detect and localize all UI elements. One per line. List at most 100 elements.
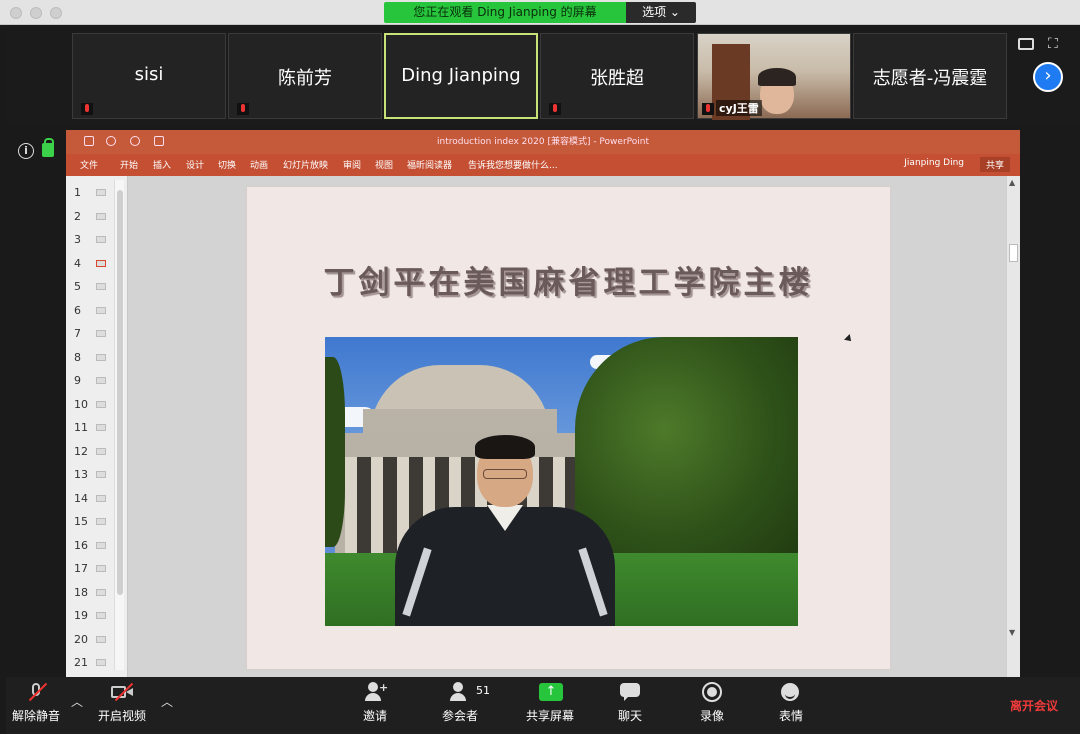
slide-thumbnail[interactable]: 9 <box>74 374 114 390</box>
current-slide: 丁剑平在美国麻省理工学院主楼 <box>246 186 891 670</box>
ppt-share-button[interactable]: 共享 <box>979 157 1010 172</box>
record-button[interactable]: 录像 <box>700 681 724 724</box>
participant-hair <box>758 68 796 86</box>
tab-insert[interactable]: 插入 <box>153 158 171 171</box>
slide-thumbnail[interactable]: 6 <box>74 304 114 320</box>
tab-review[interactable]: 审阅 <box>343 158 361 171</box>
slide-thumbnail[interactable]: 13 <box>74 468 114 484</box>
slide-thumbnail[interactable]: 3 <box>74 233 114 249</box>
chat-icon <box>619 681 641 703</box>
add-user-icon: + <box>364 681 388 703</box>
video-options-chevron-icon[interactable]: ︿ <box>161 693 173 710</box>
slide-thumbnail[interactable]: 1 <box>74 186 114 202</box>
ppt-window-title: introduction index 2020 [兼容模式] - PowerPo… <box>436 137 649 147</box>
slide-thumbnail[interactable]: 18 <box>74 586 114 602</box>
participant-tile[interactable]: 陈前芳 <box>228 33 382 119</box>
invite-button[interactable]: + 邀请 <box>363 681 388 724</box>
slide-thumbnail[interactable]: 16 <box>74 539 114 555</box>
slide-photo <box>325 337 798 626</box>
tab-foxit[interactable]: 福昕阅读器 <box>407 158 452 171</box>
slide-heading: 丁剑平在美国麻省理工学院主楼 <box>323 265 814 301</box>
tab-animations[interactable]: 动画 <box>250 158 268 171</box>
participant-name: 志愿者-冯震霆 <box>872 68 988 89</box>
slideshow-icon[interactable] <box>154 136 164 146</box>
participant-tile[interactable]: 志愿者-冯震霆 <box>853 33 1007 119</box>
ppt-ribbon-tabs: 文件 开始 插入 设计 切换 动画 幻灯片放映 审阅 视图 福昕阅读器 告诉我您… <box>66 154 1020 176</box>
tab-home[interactable]: 开始 <box>120 158 138 171</box>
slide-thumbnail[interactable]: 20 <box>74 633 114 649</box>
close-window-icon[interactable] <box>10 7 22 19</box>
slide-thumbnail[interactable]: 11 <box>74 421 114 437</box>
slide-thumbnail-pane: 1 2 3 4 5 6 7 8 9 10 11 12 13 14 15 16 1… <box>66 176 128 677</box>
viewing-screen-banner: 您正在观看 Ding Jianping 的屏幕 <box>384 2 626 23</box>
slide-thumbnail[interactable]: 12 <box>74 445 114 461</box>
participants-button[interactable]: 参会者 <box>442 681 478 724</box>
participant-name: Ding Jianping <box>401 65 521 86</box>
tab-file[interactable]: 文件 <box>80 158 98 171</box>
tab-slideshow[interactable]: 幻灯片放映 <box>283 158 328 171</box>
participant-tile[interactable]: sisi <box>72 33 226 119</box>
undo-icon[interactable] <box>106 136 116 146</box>
slide-thumbnail[interactable]: 5 <box>74 280 114 296</box>
participant-name: 张胜超 <box>590 68 644 89</box>
next-page-button[interactable]: › <box>1033 62 1063 92</box>
ppt-user-name[interactable]: Jianping Ding <box>904 158 964 168</box>
thumbnail-scrollbar[interactable] <box>114 180 124 670</box>
participant-count: 51 <box>476 684 490 697</box>
meeting-window: 您正在观看 Ding Jianping 的屏幕 选项 ⌄ sisi 陈前芳 Di… <box>0 0 1080 734</box>
start-video-button[interactable]: 开启视频 <box>98 681 146 724</box>
scroll-down-icon[interactable]: ▼ <box>1009 628 1015 637</box>
record-icon <box>701 681 723 703</box>
tell-me-search[interactable]: 告诉我您想要做什么... <box>468 158 558 171</box>
fullscreen-icon[interactable]: ⛶ <box>1048 36 1064 52</box>
ppt-title-bar: introduction index 2020 [兼容模式] - PowerPo… <box>66 130 1020 154</box>
participants-icon <box>449 681 471 703</box>
participant-video-tile[interactable]: cyJ王雷 <box>697 33 851 120</box>
view-options-button[interactable]: 选项 ⌄ <box>626 2 696 23</box>
leave-meeting-button[interactable]: 离开会议 <box>1010 697 1058 714</box>
slide-thumbnail[interactable]: 10 <box>74 398 114 414</box>
muted-mic-icon <box>237 103 249 115</box>
muted-mic-icon <box>81 103 93 115</box>
participant-name: sisi <box>134 64 164 85</box>
slide-thumbnail-selected[interactable]: 4 <box>74 257 114 273</box>
muted-mic-icon <box>549 103 561 115</box>
slide-scrollbar[interactable]: ▲ ▼ <box>1006 176 1020 677</box>
participant-tile[interactable]: 张胜超 <box>540 33 694 119</box>
scroll-up-icon[interactable]: ▲ <box>1009 178 1015 187</box>
video-off-icon <box>111 681 134 703</box>
minimize-window-icon[interactable] <box>30 7 42 19</box>
slide-thumbnail[interactable]: 14 <box>74 492 114 508</box>
shared-screen: introduction index 2020 [兼容模式] - PowerPo… <box>66 130 1020 677</box>
info-icon[interactable]: i <box>18 143 34 159</box>
scrollbar-thumb[interactable] <box>1009 244 1018 262</box>
slide-thumbnail[interactable]: 17 <box>74 562 114 578</box>
muted-mic-icon <box>702 103 714 115</box>
slide-thumbnail[interactable]: 7 <box>74 327 114 343</box>
slide-thumbnail[interactable]: 8 <box>74 351 114 367</box>
zoom-window-icon[interactable] <box>50 7 62 19</box>
slide-thumbnail[interactable]: 21 <box>74 656 114 672</box>
slide-thumbnail[interactable]: 2 <box>74 210 114 226</box>
tab-design[interactable]: 设计 <box>186 158 204 171</box>
meeting-toolbar: 解除静音 ︿ 开启视频 ︿ + 邀请 参会者 51 ↑ 共享屏幕 聊天 录像 表… <box>6 677 1080 734</box>
gallery-view-icon[interactable] <box>1018 38 1034 50</box>
audio-options-chevron-icon[interactable]: ︿ <box>71 693 83 710</box>
slide-thumbnail[interactable]: 19 <box>74 609 114 625</box>
chat-button[interactable]: 聊天 <box>618 681 642 724</box>
tab-view[interactable]: 视图 <box>375 158 393 171</box>
reactions-button[interactable]: 表情 <box>779 681 803 724</box>
slide-thumbnail[interactable]: 15 <box>74 515 114 531</box>
participant-name: 陈前芳 <box>278 68 332 89</box>
scrollbar-thumb[interactable] <box>117 190 123 595</box>
share-screen-button[interactable]: ↑ 共享屏幕 <box>526 681 574 724</box>
unmute-button[interactable]: 解除静音 <box>12 681 60 724</box>
participant-tile-active-speaker[interactable]: Ding Jianping <box>384 33 538 119</box>
redo-icon[interactable] <box>130 136 140 146</box>
muted-mic-icon <box>25 681 48 703</box>
tab-transitions[interactable]: 切换 <box>218 158 236 171</box>
share-screen-icon: ↑ <box>539 681 563 703</box>
title-bar: 您正在观看 Ding Jianping 的屏幕 选项 ⌄ <box>0 0 1080 25</box>
save-icon[interactable] <box>84 136 94 146</box>
encryption-lock-icon[interactable] <box>42 138 54 157</box>
